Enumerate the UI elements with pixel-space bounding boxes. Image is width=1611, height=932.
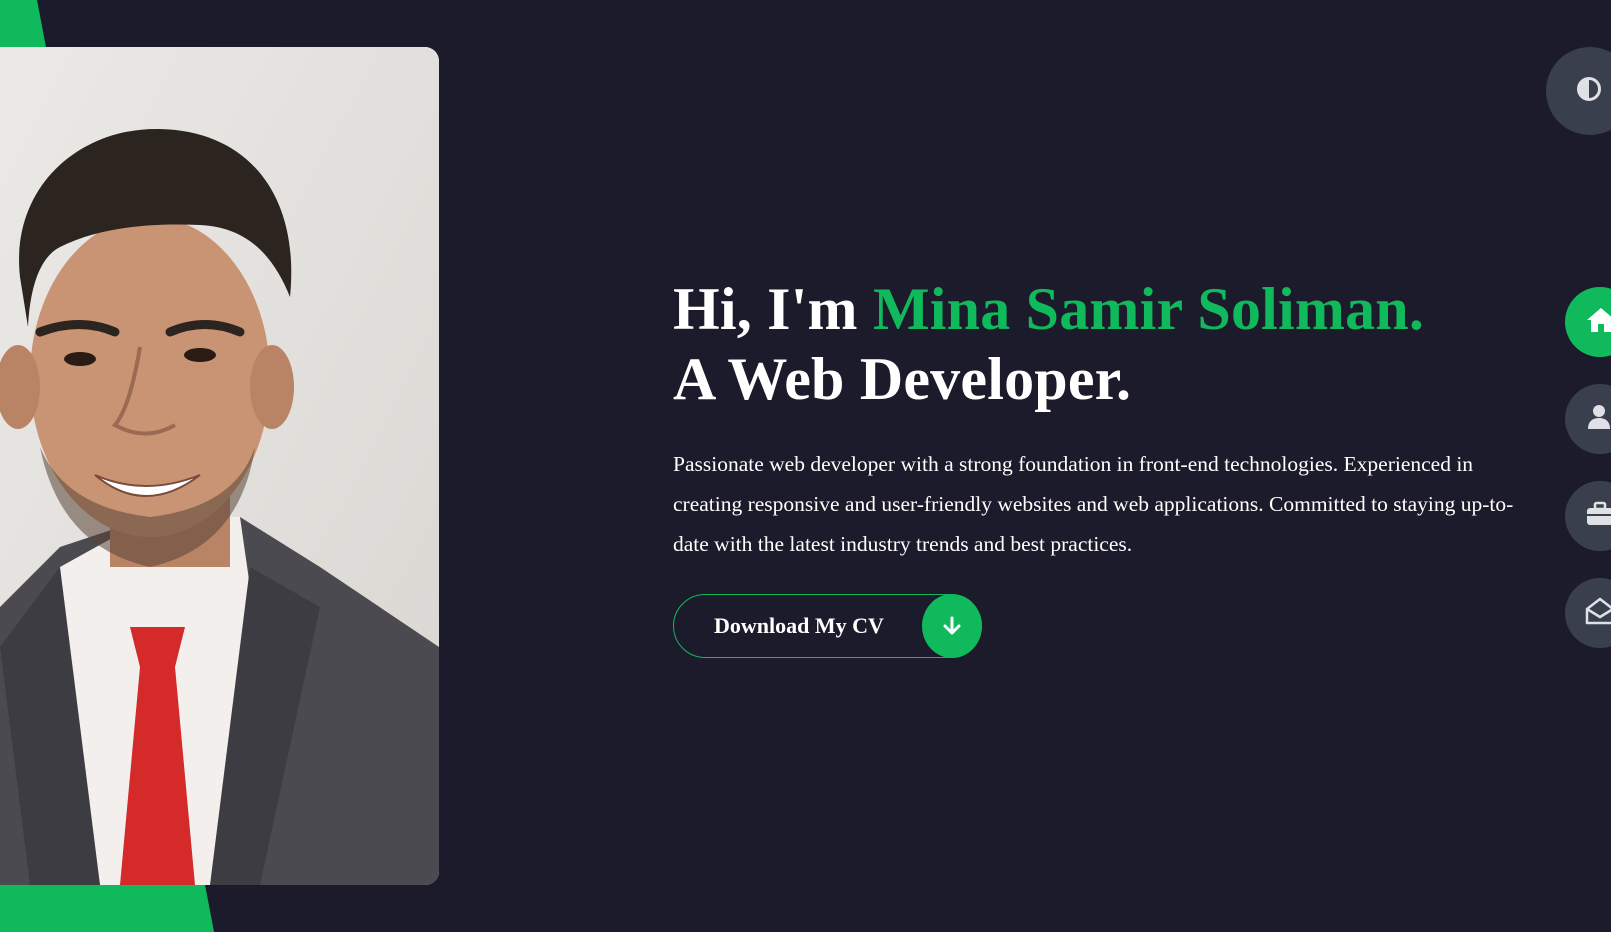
nav-portfolio-button[interactable]: [1565, 481, 1611, 551]
home-icon: [1585, 306, 1611, 339]
download-cv-label: Download My CV: [714, 613, 884, 638]
envelope-open-icon: [1585, 597, 1611, 630]
nav-home-button[interactable]: [1565, 287, 1611, 357]
profile-photo: [0, 47, 439, 885]
arrow-down-icon: [922, 594, 982, 658]
contrast-icon: [1576, 76, 1602, 107]
user-icon: [1585, 403, 1611, 436]
theme-toggle-button[interactable]: [1546, 47, 1611, 135]
download-cv-button[interactable]: Download My CV: [673, 594, 982, 658]
hero-role: A Web Developer.: [673, 346, 1132, 412]
nav-about-button[interactable]: [1565, 384, 1611, 454]
greeting-text: Hi, I'm: [673, 276, 873, 342]
hero-description: Passionate web developer with a strong f…: [673, 452, 1514, 556]
nav-contact-button[interactable]: [1565, 578, 1611, 648]
hero-heading: Hi, I'm Mina Samir Soliman. A Web Develo…: [673, 274, 1424, 414]
briefcase-icon: [1585, 501, 1611, 532]
hero-name: Mina Samir Soliman.: [872, 276, 1425, 342]
